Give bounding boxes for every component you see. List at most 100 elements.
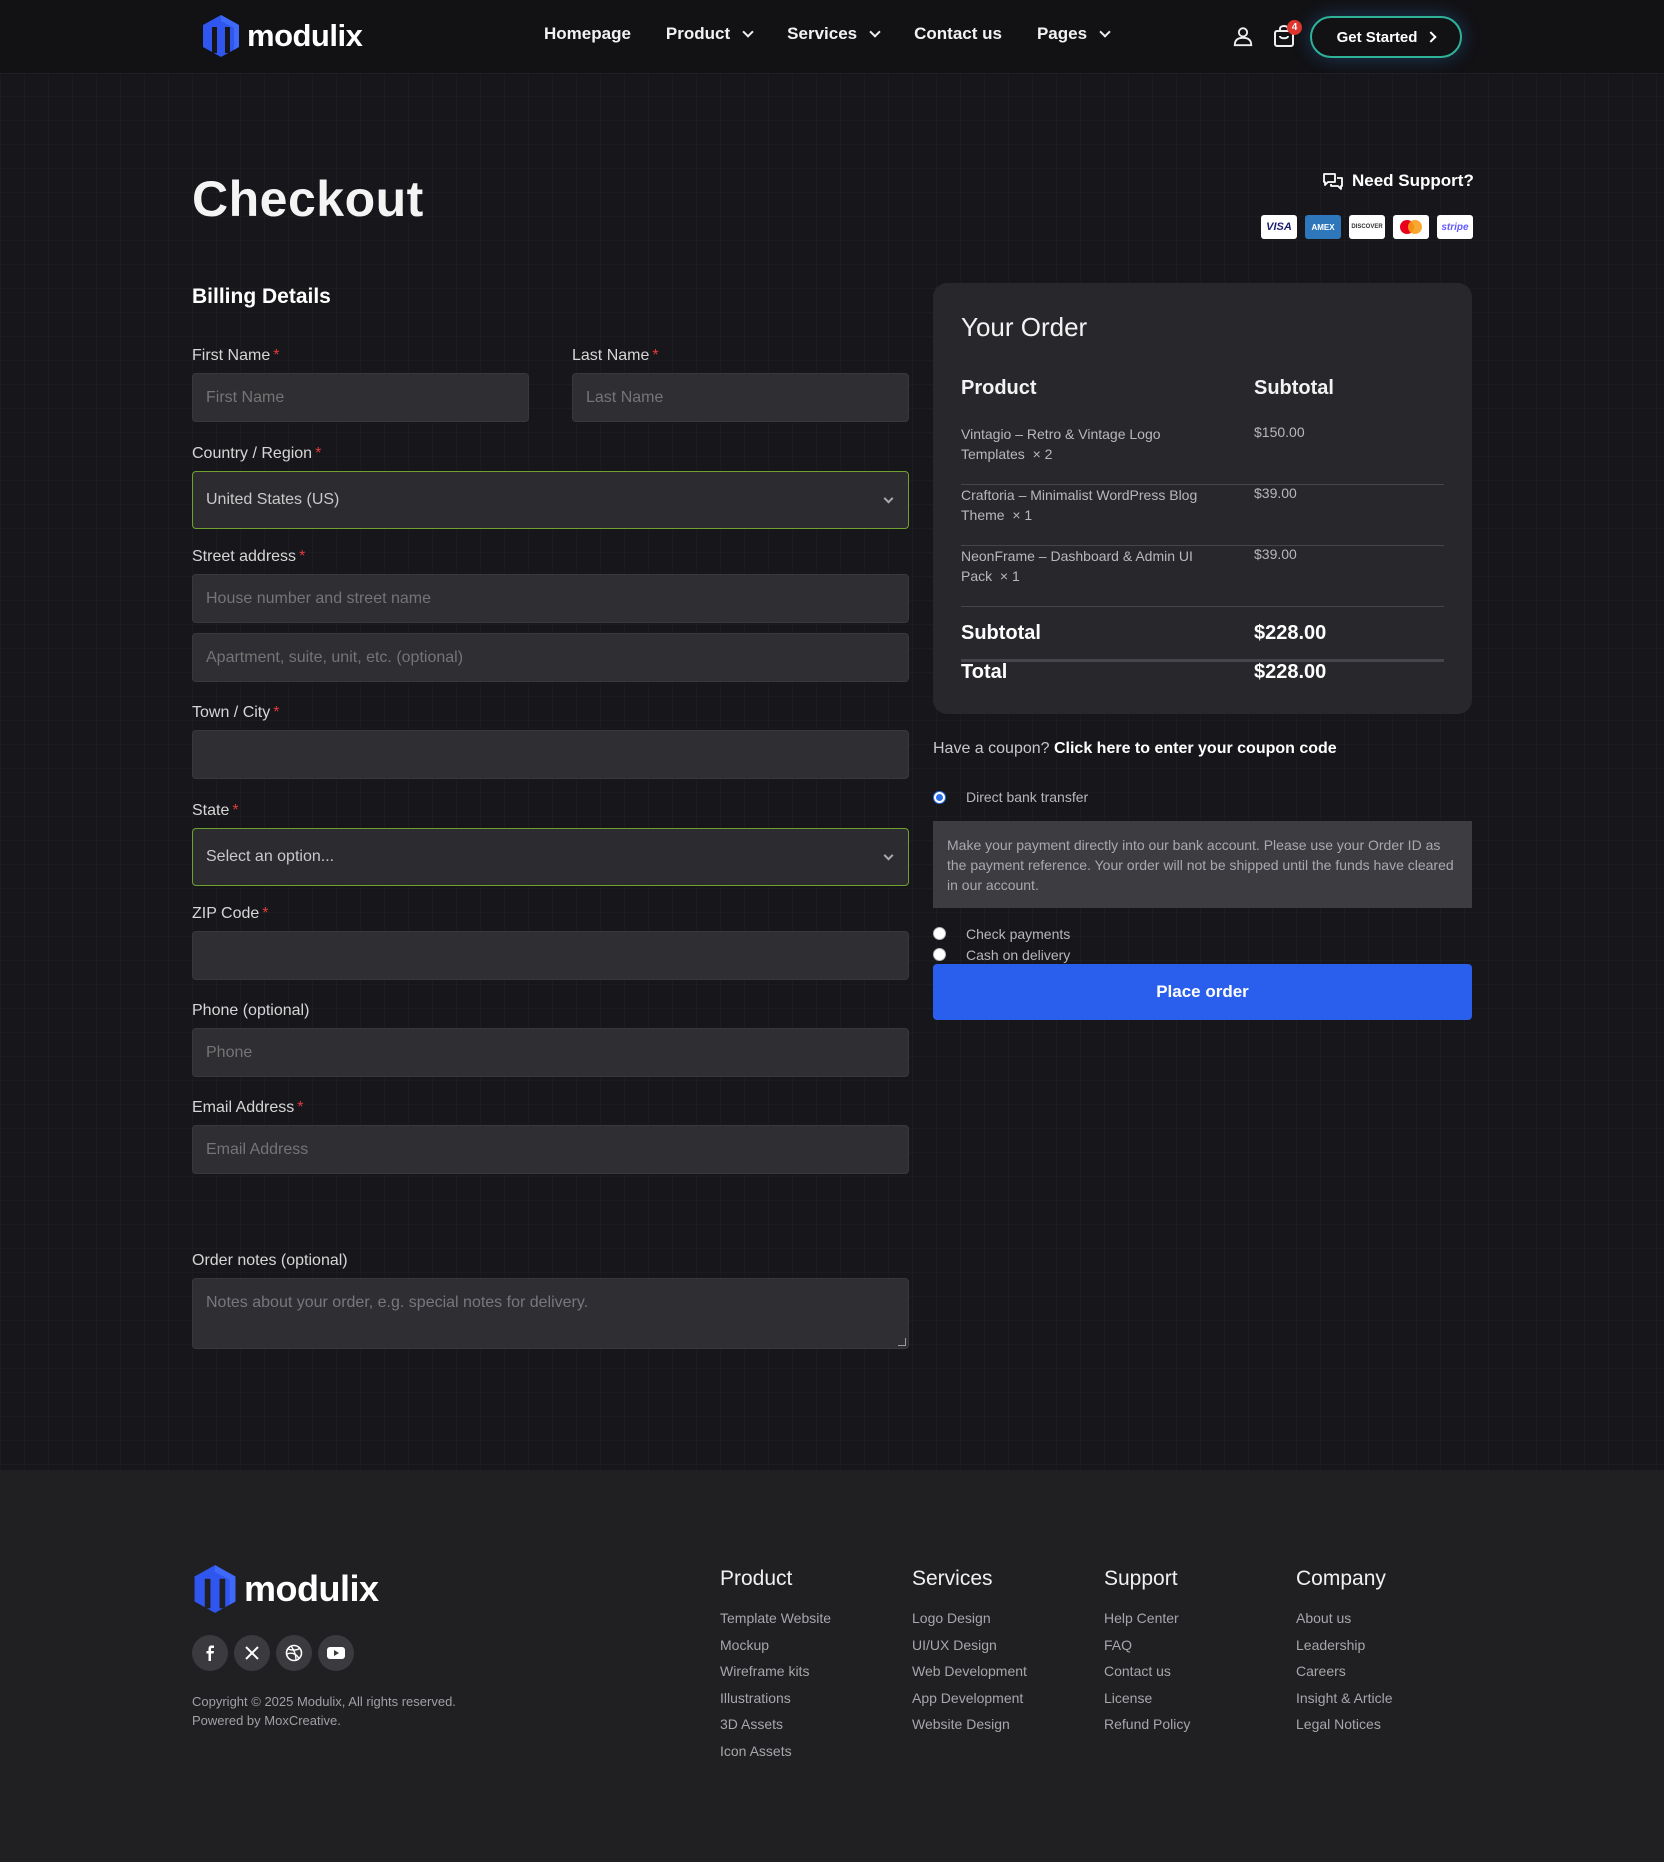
page-title: Checkout: [192, 171, 424, 227]
payment-label-cod[interactable]: Cash on delivery: [966, 947, 1070, 963]
last-name-input[interactable]: [572, 373, 909, 422]
footer-link[interactable]: License: [1104, 1688, 1190, 1715]
order-item-price: $150.00: [1254, 424, 1305, 440]
order-notes-label: Order notes (optional): [192, 1252, 348, 1269]
nav-item-services[interactable]: Services: [787, 24, 881, 44]
zip-input[interactable]: [192, 931, 909, 980]
footer-column-support: Support Help Center FAQ Contact us Licen…: [1104, 1567, 1190, 1741]
item-qty: × 1: [999, 568, 1020, 584]
payment-radio-cod[interactable]: [933, 948, 946, 961]
youtube-icon[interactable]: [318, 1635, 354, 1671]
footer-column-services: Services Logo Design UI/UX Design Web De…: [912, 1567, 1027, 1741]
order-item-row: NeonFrame – Dashboard & Admin UI Pack × …: [961, 546, 1444, 607]
chevron-down-icon: [883, 850, 894, 861]
footer-link[interactable]: Refund Policy: [1104, 1714, 1190, 1741]
apartment-input[interactable]: [192, 633, 909, 682]
user-account-icon[interactable]: [1232, 25, 1254, 47]
nav-label: Pages: [1036, 24, 1088, 43]
stripe-card-icon: stripe: [1437, 215, 1473, 239]
subtotal-value: $228.00: [1254, 622, 1327, 644]
label-text: Email Address: [192, 1099, 295, 1116]
footer-link[interactable]: About us: [1296, 1608, 1393, 1635]
site-footer: modulix Copyright © 2025 Modulix, All ri…: [0, 1470, 1664, 1862]
required-marker: *: [315, 445, 322, 462]
footer-link[interactable]: Template Website: [720, 1608, 831, 1635]
label-text: Last Name: [572, 347, 650, 364]
nav-item-product[interactable]: Product: [665, 24, 754, 44]
footer-link[interactable]: 3D Assets: [720, 1714, 831, 1741]
footer-link[interactable]: Legal Notices: [1296, 1714, 1393, 1741]
nav-label: Product: [665, 24, 731, 43]
payment-label-check[interactable]: Check payments: [966, 926, 1070, 942]
phone-input[interactable]: [192, 1028, 909, 1077]
need-support-label: Need Support?: [1352, 171, 1474, 190]
state-select[interactable]: Select an option...: [192, 828, 909, 886]
header-logo[interactable]: modulix: [201, 14, 363, 58]
item-qty: × 1: [1012, 507, 1033, 523]
facebook-icon[interactable]: [192, 1635, 228, 1671]
place-order-button[interactable]: Place order: [933, 964, 1472, 1020]
street-address-input[interactable]: [192, 574, 909, 623]
phone-label: Phone (optional): [192, 1002, 310, 1019]
logo-text: modulix: [247, 18, 363, 53]
street-address-label: Street address *: [192, 548, 305, 566]
footer-link[interactable]: Wireframe kits: [720, 1661, 831, 1688]
subtotal-row: Subtotal $228.00: [961, 607, 1444, 662]
footer-link[interactable]: Help Center: [1104, 1608, 1190, 1635]
required-marker: *: [262, 905, 269, 922]
footer-link[interactable]: Careers: [1296, 1661, 1393, 1688]
city-input[interactable]: [192, 730, 909, 779]
need-support-link[interactable]: Need Support?: [1322, 171, 1474, 191]
first-name-input[interactable]: [192, 373, 529, 422]
coupon-prompt: Have a coupon? Click here to enter your …: [933, 740, 1337, 758]
coupon-link[interactable]: Click here to enter your coupon code: [1054, 740, 1337, 757]
footer-link[interactable]: UI/UX Design: [912, 1635, 1027, 1662]
footer-column-company: Company About us Leadership Careers Insi…: [1296, 1567, 1393, 1741]
order-notes-textarea[interactable]: Notes about your order, e.g. special not…: [192, 1278, 909, 1349]
email-input[interactable]: [192, 1125, 909, 1174]
footer-link[interactable]: Contact us: [1104, 1661, 1190, 1688]
footer-link[interactable]: FAQ: [1104, 1635, 1190, 1662]
footer-link[interactable]: App Development: [912, 1688, 1027, 1715]
payment-label-bank-transfer[interactable]: Direct bank transfer: [966, 789, 1088, 805]
footer-link[interactable]: Logo Design: [912, 1608, 1027, 1635]
item-qty: × 2: [1032, 446, 1053, 462]
label-text: Town / City: [192, 704, 271, 721]
product-column-header: Product: [961, 377, 1037, 399]
label-text: State: [192, 802, 230, 819]
email-label: Email Address *: [192, 1099, 304, 1117]
mastercard-card-icon: [1393, 215, 1429, 239]
amex-card-icon: AMEX: [1305, 215, 1341, 239]
total-value: $228.00: [1254, 661, 1327, 683]
footer-link[interactable]: Insight & Article: [1296, 1688, 1393, 1715]
subtotal-column-header: Subtotal: [1254, 377, 1334, 399]
nav-item-homepage[interactable]: Homepage: [544, 24, 631, 44]
footer-link[interactable]: Leadership: [1296, 1635, 1393, 1662]
order-item-name: Vintagio – Retro & Vintage Logo Template…: [961, 424, 1226, 464]
required-marker: *: [273, 347, 280, 364]
country-select[interactable]: United States (US): [192, 471, 909, 529]
resize-handle-icon[interactable]: [898, 1338, 906, 1346]
footer-logo[interactable]: modulix: [192, 1564, 379, 1614]
x-icon[interactable]: [234, 1635, 270, 1671]
get-started-label: Get Started: [1336, 28, 1418, 46]
chat-bubbles-icon: [1323, 173, 1343, 190]
payment-radio-bank-transfer[interactable]: [933, 791, 946, 804]
required-marker: *: [297, 1099, 304, 1116]
nav-item-contact[interactable]: Contact us: [914, 24, 1002, 44]
social-links: [192, 1635, 354, 1671]
first-name-label: First Name *: [192, 347, 279, 365]
order-item-name: Craftoria – Minimalist WordPress Blog Th…: [961, 485, 1226, 525]
footer-link[interactable]: Web Development: [912, 1661, 1027, 1688]
nav-item-pages[interactable]: Pages: [1036, 24, 1111, 44]
bank-transfer-description: Make your payment directly into our bank…: [933, 821, 1472, 908]
footer-link[interactable]: Mockup: [720, 1635, 831, 1662]
payment-radio-check[interactable]: [933, 927, 946, 940]
footer-link[interactable]: Illustrations: [720, 1688, 831, 1715]
footer-link[interactable]: Icon Assets: [720, 1741, 831, 1768]
footer-link[interactable]: Website Design: [912, 1714, 1027, 1741]
required-marker: *: [299, 548, 306, 565]
get-started-button[interactable]: Get Started: [1310, 16, 1462, 58]
nav-label: Services: [787, 24, 858, 43]
dribbble-icon[interactable]: [276, 1635, 312, 1671]
